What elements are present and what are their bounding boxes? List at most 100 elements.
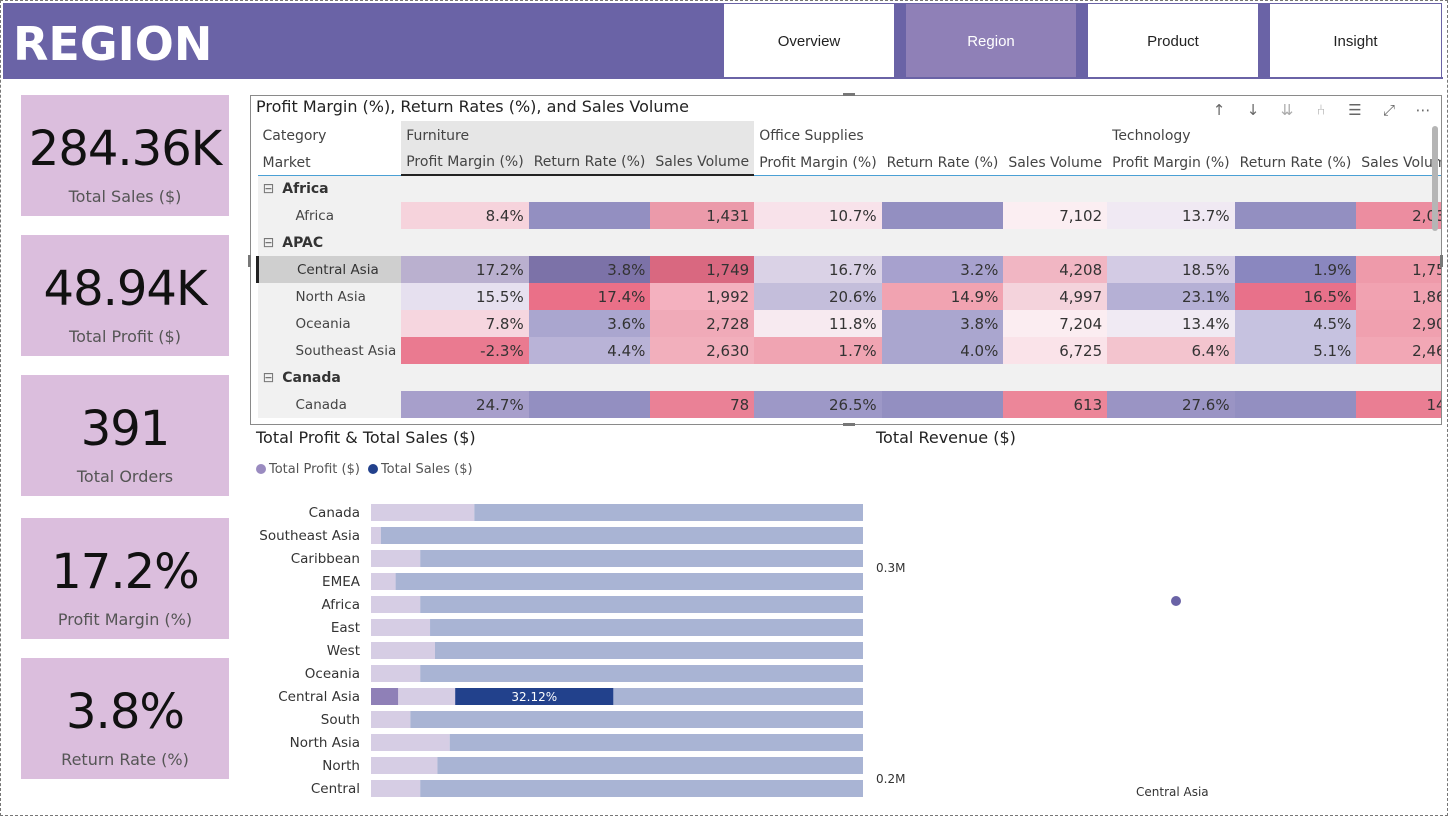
matrix-category-header[interactable]: Furniture — [401, 121, 755, 148]
matrix-cell[interactable]: 17.2% — [401, 256, 529, 283]
matrix-cell[interactable]: 3.2% — [881, 256, 1004, 283]
resize-handle[interactable] — [843, 93, 855, 96]
matrix-cell[interactable]: 142 — [1356, 391, 1441, 418]
profit-bar[interactable] — [371, 596, 421, 613]
matrix-cell[interactable]: -2.3% — [401, 337, 529, 364]
matrix-row-header[interactable]: Market — [258, 148, 402, 175]
matrix-cell[interactable]: 6.4% — [1107, 337, 1235, 364]
profit-bar[interactable] — [371, 550, 421, 567]
matrix-cell[interactable]: 10.7% — [754, 202, 882, 229]
matrix-cell[interactable]: 18.5% — [1107, 256, 1235, 283]
matrix-cell[interactable]: 2,906 — [1356, 310, 1441, 337]
matrix-measure-header[interactable]: Profit Margin (%) — [754, 148, 881, 175]
matrix-cell[interactable]: 2,467 — [1356, 337, 1441, 364]
more-icon[interactable]: ⋯ — [1413, 101, 1433, 119]
profit-bar[interactable] — [371, 527, 381, 544]
matrix-measure-header[interactable]: Sales Volume — [650, 148, 755, 176]
matrix-row-label[interactable]: Central Asia — [256, 256, 402, 283]
vertical-scrollbar[interactable] — [1432, 126, 1438, 231]
matrix-group-row-africa[interactable]: ⊟ Africa — [257, 175, 402, 202]
resize-handle[interactable] — [1440, 255, 1443, 267]
matrix-cell[interactable]: 13.7% — [1107, 202, 1235, 229]
matrix-row[interactable]: Africa8.4% 1,43110.7% 7,10213.7% 2,031 — [257, 202, 1441, 229]
matrix-measure-header[interactable]: Return Rate (%) — [528, 148, 651, 176]
nav-product-button[interactable]: Product — [1087, 3, 1259, 79]
matrix-row-label[interactable]: Africa — [257, 202, 402, 229]
matrix-row[interactable]: Canada24.7% 7826.5% 61327.6% 142 — [257, 391, 1441, 418]
sales-bar[interactable] — [474, 504, 863, 521]
profit-bar[interactable] — [371, 504, 475, 521]
matrix-cell[interactable]: 15.5% — [401, 283, 529, 310]
matrix-cell[interactable]: 4.4% — [528, 337, 651, 364]
nav-region-button[interactable]: Region — [905, 3, 1077, 79]
arrow-up-icon[interactable]: ↑ — [1209, 101, 1229, 119]
drill-icon[interactable]: ⑃ — [1311, 101, 1331, 119]
legend-item-sales[interactable]: Total Sales ($) — [367, 462, 473, 477]
resize-handle[interactable] — [843, 423, 855, 426]
filter-icon[interactable]: ☰ — [1345, 101, 1365, 119]
sales-bar[interactable] — [420, 596, 863, 613]
matrix-cell[interactable]: 4.5% — [1234, 310, 1357, 337]
expand-all-icon[interactable]: ⇊ — [1277, 101, 1297, 119]
sales-bar[interactable] — [420, 780, 863, 797]
matrix-cell[interactable] — [1234, 202, 1357, 229]
highlight-profit-bar[interactable] — [371, 688, 399, 705]
matrix-measure-header[interactable]: Sales Volume — [1003, 148, 1107, 175]
matrix-cell[interactable]: 3.6% — [528, 310, 651, 337]
matrix-cell[interactable]: 4,208 — [1003, 256, 1108, 283]
matrix-visual[interactable]: Profit Margin (%), Return Rates (%), and… — [250, 95, 1442, 425]
matrix-cell[interactable] — [1234, 391, 1357, 418]
matrix-cell[interactable]: 13.4% — [1107, 310, 1235, 337]
sales-bar[interactable] — [430, 619, 863, 636]
matrix-cell[interactable]: 26.5% — [754, 391, 882, 418]
sales-bar[interactable] — [410, 711, 863, 728]
collapse-icon[interactable]: ⊟ — [263, 181, 275, 197]
matrix-category-header[interactable]: Office Supplies — [754, 121, 1107, 148]
matrix-cell[interactable]: 3.8% — [881, 310, 1004, 337]
matrix-cell[interactable]: 7,102 — [1003, 202, 1108, 229]
matrix-cell[interactable]: 27.6% — [1107, 391, 1235, 418]
matrix-cell[interactable]: 6,725 — [1003, 337, 1108, 364]
nav-insight-button[interactable]: Insight — [1269, 3, 1442, 79]
matrix-cell[interactable]: 2,728 — [650, 310, 755, 337]
arrow-down-icon[interactable]: ↓ — [1243, 101, 1263, 119]
matrix-cell[interactable]: 1.9% — [1234, 256, 1357, 283]
matrix-cell[interactable] — [528, 391, 651, 418]
matrix-cell[interactable] — [528, 202, 651, 229]
matrix-cell[interactable]: 8.4% — [401, 202, 529, 229]
profit-bar[interactable] — [371, 734, 450, 751]
matrix-row-label[interactable]: Canada — [257, 391, 402, 418]
matrix-cell[interactable] — [881, 391, 1004, 418]
matrix-cell[interactable]: 7.8% — [401, 310, 529, 337]
matrix-row[interactable]: Oceania 7.8% 3.6% 2,728 11.8% 3.8% 7,204 13.4% 4… — [257, 310, 1441, 337]
matrix-cell[interactable]: 14.9% — [881, 283, 1004, 310]
revenue-data-point[interactable] — [1171, 596, 1181, 606]
matrix-cell[interactable]: 23.1% — [1107, 283, 1235, 310]
matrix-cell[interactable]: 1,749 — [650, 256, 755, 283]
matrix-cell[interactable]: 4.0% — [881, 337, 1004, 364]
profit-bar[interactable] — [371, 573, 396, 590]
matrix-cell[interactable]: 5.1% — [1234, 337, 1357, 364]
matrix-cell[interactable] — [881, 202, 1004, 229]
matrix-cell[interactable]: 16.5% — [1234, 283, 1357, 310]
matrix-measure-header[interactable]: Return Rate (%) — [882, 148, 1004, 175]
matrix-cell[interactable]: 1,431 — [650, 202, 755, 229]
matrix-measure-header[interactable]: Profit Margin (%) — [1107, 148, 1234, 175]
matrix-cell[interactable]: 16.7% — [754, 256, 882, 283]
sales-bar[interactable] — [395, 573, 863, 590]
matrix-row[interactable]: Southeast Asia -2.3% 4.4% 2,630 1.7% 4.0% 6,72… — [257, 337, 1441, 364]
profit-bar[interactable] — [371, 642, 435, 659]
matrix-cell[interactable]: 2,630 — [650, 337, 755, 364]
sales-bar[interactable] — [380, 527, 863, 544]
profit-bar[interactable] — [371, 665, 421, 682]
matrix-cell[interactable]: 613 — [1003, 391, 1108, 418]
matrix-cell[interactable]: 78 — [650, 391, 755, 418]
collapse-icon[interactable]: ⊟ — [263, 370, 275, 386]
matrix-category-header[interactable]: Technology — [1107, 121, 1441, 148]
matrix-measure-header[interactable]: Return Rate (%) — [1235, 148, 1357, 175]
profit-bar[interactable] — [371, 711, 411, 728]
profit-bar[interactable] — [371, 780, 421, 797]
matrix-cell[interactable]: 1.7% — [754, 337, 882, 364]
matrix-cell[interactable]: 2,031 — [1356, 202, 1441, 229]
profit-bar[interactable] — [371, 757, 438, 774]
